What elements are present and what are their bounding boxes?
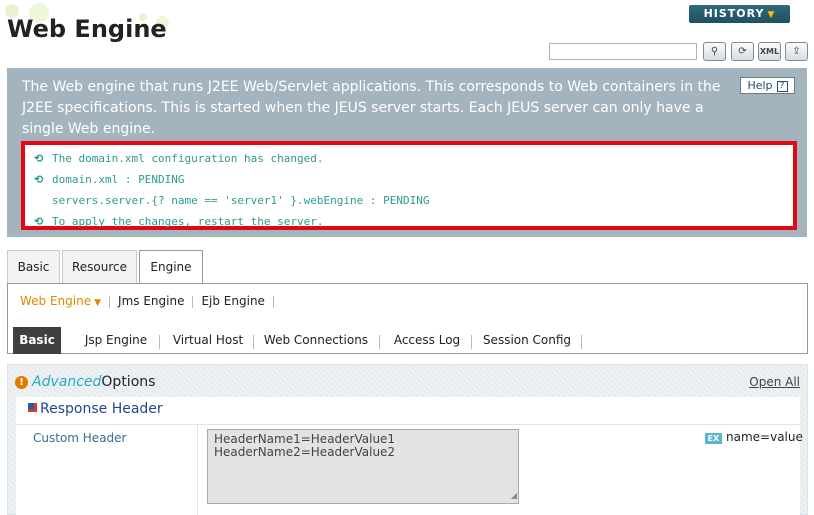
- help-button[interactable]: Help?: [740, 77, 795, 94]
- custom-header-label: Custom Header: [33, 431, 127, 445]
- advanced-options-panel: ! AdvancedOptions Open All Response Heade…: [7, 364, 808, 515]
- history-label: HISTORY: [703, 7, 765, 20]
- resize-handle-icon[interactable]: ◢: [511, 489, 517, 502]
- warning-icon: !: [15, 375, 28, 389]
- refresh-icon[interactable]: ⟳: [731, 42, 754, 61]
- subtab-virtual-host[interactable]: Virtual Host: [163, 327, 253, 354]
- open-all-link[interactable]: Open All: [749, 375, 800, 389]
- notice-text: The domain.xml configuration has changed…: [52, 152, 324, 165]
- nav-separator: [272, 295, 274, 308]
- notice-text: servers.server.{? name == 'server1' }.we…: [52, 194, 430, 207]
- sync-icon: ⟲: [34, 215, 44, 228]
- engine-panel: Web Engine ▼ Jms Engine Ejb Engine Basic Js…: [7, 283, 808, 354]
- notice-line: ⟲ domain.xml : PENDING: [34, 169, 793, 190]
- description-text: The Web engine that runs J2EE Web/Servle…: [22, 79, 721, 137]
- nav-separator: [192, 295, 194, 308]
- section-title[interactable]: Response Header: [28, 401, 163, 417]
- tab-separator: [581, 335, 582, 349]
- sync-icon: ⟲: [34, 152, 44, 165]
- search-input[interactable]: [549, 43, 697, 60]
- tab-separator: [253, 335, 254, 349]
- subtab-basic[interactable]: Basic: [13, 327, 61, 354]
- advanced-options-title: ! AdvancedOptions: [15, 374, 155, 390]
- advanced-word: Advanced: [32, 374, 102, 390]
- notice-text: To apply the changes, restart the server…: [52, 215, 324, 228]
- custom-header-textarea[interactable]: HeaderName1=HeaderValue1 HeaderName2=Hea…: [207, 429, 519, 504]
- sub-tabs: Basic Jsp Engine Virtual Host Web Connec…: [13, 324, 804, 354]
- pending-changes-notice: ⟲ The domain.xml configuration has change…: [21, 141, 797, 230]
- chevron-down-icon: ▼: [767, 10, 776, 20]
- response-header-section: Response Header Custom Header HeaderName…: [16, 397, 803, 515]
- caret-down-icon: ▼: [94, 298, 102, 308]
- engine-nav-label: Web Engine: [20, 294, 92, 308]
- subtab-access-log[interactable]: Access Log: [383, 327, 471, 354]
- subtab-jsp-engine[interactable]: Jsp Engine: [71, 327, 161, 354]
- engine-nav-web[interactable]: Web Engine ▼: [20, 294, 101, 308]
- engine-nav: Web Engine ▼ Jms Engine Ejb Engine: [20, 294, 282, 308]
- tab-separator: [379, 335, 380, 349]
- nav-separator: [109, 295, 111, 308]
- subtab-session-config[interactable]: Session Config: [475, 327, 579, 354]
- notice-line: ⟲ The domain.xml configuration has change…: [34, 148, 793, 169]
- textarea-line: HeaderName2=HeaderValue2: [214, 445, 396, 459]
- example-text: name=value: [726, 430, 803, 444]
- example-badge: EX: [705, 433, 722, 444]
- tab-separator: [471, 335, 472, 349]
- notice-line: servers.server.{? name == 'server1' }.we…: [34, 190, 793, 211]
- question-icon: ?: [776, 80, 788, 92]
- divider: [16, 424, 800, 425]
- engine-nav-jms[interactable]: Jms Engine: [118, 294, 184, 308]
- engine-nav-ejb[interactable]: Ejb Engine: [201, 294, 264, 308]
- tab-resource[interactable]: Resource: [62, 250, 137, 284]
- notice-line: ⟲ To apply the changes, restart the serve…: [34, 211, 793, 232]
- description-panel: The Web engine that runs J2EE Web/Servle…: [7, 68, 807, 237]
- tab-separator: [159, 335, 160, 349]
- notice-text: domain.xml : PENDING: [52, 173, 185, 186]
- tab-basic[interactable]: Basic: [7, 250, 60, 284]
- search-icon[interactable]: ⚲: [703, 42, 726, 61]
- collapse-icon: [28, 403, 37, 412]
- tab-engine[interactable]: Engine: [139, 250, 203, 285]
- sync-icon: ⟲: [34, 173, 44, 186]
- subtab-web-connections[interactable]: Web Connections: [257, 327, 375, 354]
- history-button[interactable]: HISTORY ▼: [689, 5, 790, 23]
- xml-icon[interactable]: XML: [758, 42, 781, 61]
- page-title: Web Engine: [7, 15, 167, 43]
- divider: [197, 425, 198, 515]
- export-icon[interactable]: ⇪: [785, 42, 808, 61]
- help-label: Help: [747, 79, 773, 92]
- section-title-label: Response Header: [40, 401, 163, 417]
- options-word: Options: [101, 374, 156, 390]
